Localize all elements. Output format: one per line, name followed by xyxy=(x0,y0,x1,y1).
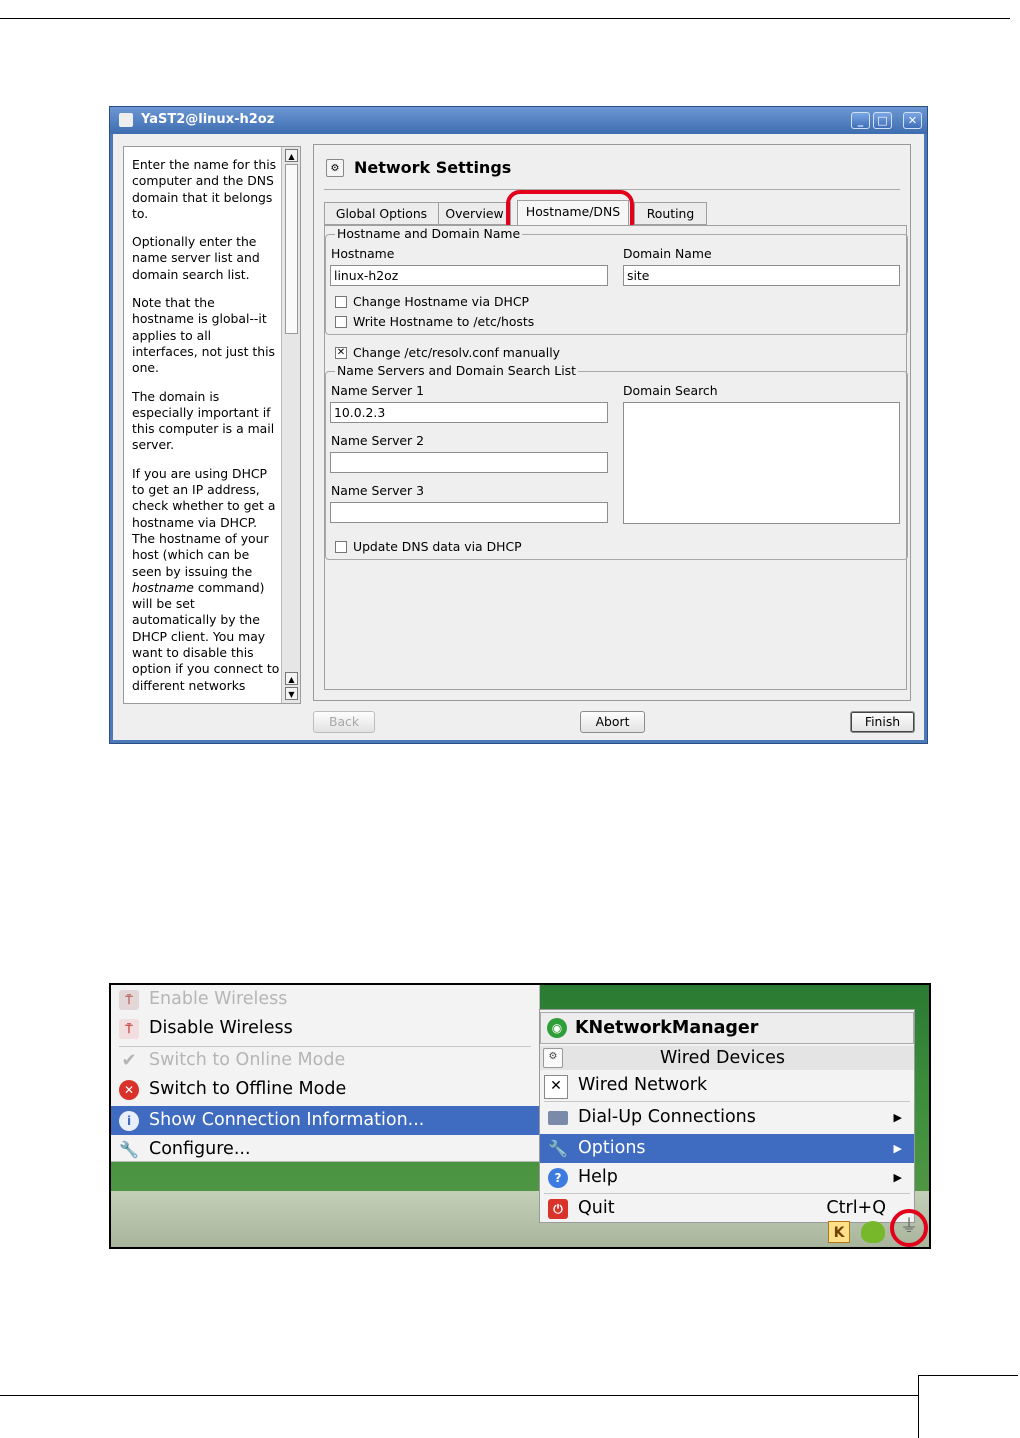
menu-item-enable-wireless[interactable]: ⍑ Enable Wireless xyxy=(111,985,539,1014)
page-number-box xyxy=(918,1375,1018,1438)
minimize-icon[interactable]: _ xyxy=(851,112,870,129)
menu-item-dialup-connections[interactable]: Dial-Up Connections ▶ xyxy=(540,1103,914,1132)
hostname-label: Hostname xyxy=(331,246,395,261)
tab-overview[interactable]: Overview xyxy=(438,202,511,225)
menu-item-quit[interactable]: ⏻ Quit Ctrl+Q xyxy=(540,1194,914,1223)
knetworkmanager-menu: ◉ KNetworkManager ⚙ Wired Devices ✕ Wire… xyxy=(539,1009,915,1223)
domain-search-label: Domain Search xyxy=(623,383,718,398)
tray-context-menu: ⍑ Enable Wireless ⍑ Disable Wireless ✔ S… xyxy=(111,985,540,1162)
top-rule xyxy=(0,18,1010,19)
help-text: Enter the name for this computer and the… xyxy=(132,157,280,703)
name-server-2-label: Name Server 2 xyxy=(331,433,424,448)
name-server-3-input[interactable] xyxy=(330,502,608,523)
opensuse-tray-icon[interactable] xyxy=(861,1221,885,1243)
tab-routing[interactable]: Routing xyxy=(634,202,707,225)
menu-item-show-connection-info[interactable]: i Show Connection Information... xyxy=(111,1106,539,1135)
update-dns-dhcp-label: Update DNS data via DHCP xyxy=(353,539,522,554)
stop-icon: ✕ xyxy=(119,1080,139,1100)
resolv-conf-checkbox[interactable]: ✕ xyxy=(335,347,347,359)
help-paragraph: Enter the name for this computer and the… xyxy=(132,157,277,221)
scroll-down-icon[interactable]: ▼ xyxy=(285,687,298,700)
submenu-arrow-icon: ▶ xyxy=(893,1142,902,1155)
kde-tray-icon[interactable]: K xyxy=(828,1221,850,1243)
knetworkmanager-screenshot: ⍑ Enable Wireless ⍑ Disable Wireless ✔ S… xyxy=(109,983,931,1249)
menu-item-options[interactable]: 🔧 Options ▶ xyxy=(540,1134,914,1163)
group-title: Hostname and Domain Name xyxy=(335,226,523,241)
scroll-up-icon[interactable]: ▲ xyxy=(285,149,298,162)
back-button[interactable]: Back xyxy=(313,711,375,733)
menu-item-configure[interactable]: 🔧 Configure... xyxy=(111,1135,539,1164)
group-title: Name Servers and Domain Search List xyxy=(335,363,578,378)
help-paragraph: Note that the hostname is global--it app… xyxy=(132,295,275,376)
quit-shortcut: Ctrl+Q xyxy=(826,1198,886,1218)
antenna-icon: ⍑ xyxy=(119,990,139,1010)
scroll-thumb[interactable] xyxy=(285,164,298,334)
yast-window: YaST2@linux-h2oz _ □ ✕ Enter the name fo… xyxy=(109,106,928,744)
name-server-1-input[interactable]: 10.0.2.3 xyxy=(330,402,608,423)
domain-name-input[interactable]: site xyxy=(623,265,900,286)
menu-item-switch-online[interactable]: ✔ Switch to Online Mode xyxy=(111,1046,539,1075)
finish-button[interactable]: Finish xyxy=(850,711,915,733)
window-client: Enter the name for this computer and the… xyxy=(113,134,924,740)
submenu-arrow-icon: ▶ xyxy=(893,1111,902,1124)
close-icon[interactable]: ✕ xyxy=(903,112,922,129)
tab-global-options[interactable]: Global Options xyxy=(324,202,439,225)
help-paragraph: The domain is especially important if th… xyxy=(132,388,275,453)
domain-search-list[interactable] xyxy=(623,402,900,524)
help-paragraph-dhcp: If you are using DHCP to get an IP addre… xyxy=(132,465,280,693)
menu-section-wired-devices: ⚙ Wired Devices xyxy=(540,1046,914,1070)
name-server-3-label: Name Server 3 xyxy=(331,483,424,498)
help-icon: ? xyxy=(548,1168,568,1188)
scroll-up-icon[interactable]: ▲ xyxy=(285,672,298,685)
maximize-icon[interactable]: □ xyxy=(873,112,892,129)
network-device-icon: ⚙ xyxy=(543,1048,563,1068)
window-titlebar[interactable]: YaST2@linux-h2oz _ □ ✕ xyxy=(110,107,927,134)
info-icon: i xyxy=(119,1111,139,1131)
abort-button[interactable]: Abort xyxy=(580,711,645,733)
menu-item-switch-offline[interactable]: ✕ Switch to Offline Mode xyxy=(111,1075,539,1104)
network-settings-panel: ⚙ Network Settings Global Options Overvi… xyxy=(313,144,911,701)
domain-name-label: Domain Name xyxy=(623,246,712,261)
write-hostname-label: Write Hostname to /etc/hosts xyxy=(353,314,535,329)
change-hostname-dhcp-checkbox[interactable] xyxy=(335,296,347,308)
menu-item-help[interactable]: ? Help ▶ xyxy=(540,1163,914,1192)
network-settings-icon: ⚙ xyxy=(326,159,344,177)
help-scrollbar[interactable]: ▲ ▲ ▼ xyxy=(281,147,300,703)
change-hostname-dhcp-label: Change Hostname via DHCP xyxy=(353,294,529,309)
help-panel[interactable]: Enter the name for this computer and the… xyxy=(123,146,301,704)
knetworkmanager-icon: ◉ xyxy=(547,1018,567,1038)
wrench-icon: 🔧 xyxy=(119,1140,139,1159)
quit-icon: ⏻ xyxy=(548,1199,568,1219)
help-paragraph: Optionally enter the name server list an… xyxy=(132,234,260,282)
write-hostname-checkbox[interactable] xyxy=(335,316,347,328)
resolv-conf-label: Change /etc/resolv.conf manually xyxy=(353,345,560,360)
menu-title: ◉ KNetworkManager xyxy=(540,1012,914,1044)
menu-item-disable-wireless[interactable]: ⍑ Disable Wireless xyxy=(111,1014,539,1043)
window-title: YaST2@linux-h2oz xyxy=(141,112,275,127)
hostname-dns-tabpanel: Hostname and Domain Name Hostname Domain… xyxy=(324,225,908,690)
menu-separator xyxy=(544,1101,910,1102)
menu-item-wired-network[interactable]: ✕ Wired Network xyxy=(540,1071,914,1100)
wrench-icon: 🔧 xyxy=(548,1139,568,1158)
annotation-circle-tray xyxy=(890,1209,928,1247)
bottom-rule xyxy=(0,1395,918,1396)
submenu-arrow-icon: ▶ xyxy=(893,1171,902,1184)
page-title: Network Settings xyxy=(354,158,512,177)
yast-app-icon xyxy=(119,113,133,127)
update-dns-dhcp-checkbox[interactable] xyxy=(335,541,347,553)
name-server-1-label: Name Server 1 xyxy=(331,383,424,398)
modem-icon xyxy=(548,1111,568,1125)
checkmark-icon: ✔ xyxy=(121,1050,137,1071)
hostname-input[interactable]: linux-h2oz xyxy=(330,265,608,286)
disconnected-x-icon: ✕ xyxy=(544,1075,568,1099)
name-server-2-input[interactable] xyxy=(330,452,608,473)
antenna-icon: ⍑ xyxy=(119,1019,139,1039)
